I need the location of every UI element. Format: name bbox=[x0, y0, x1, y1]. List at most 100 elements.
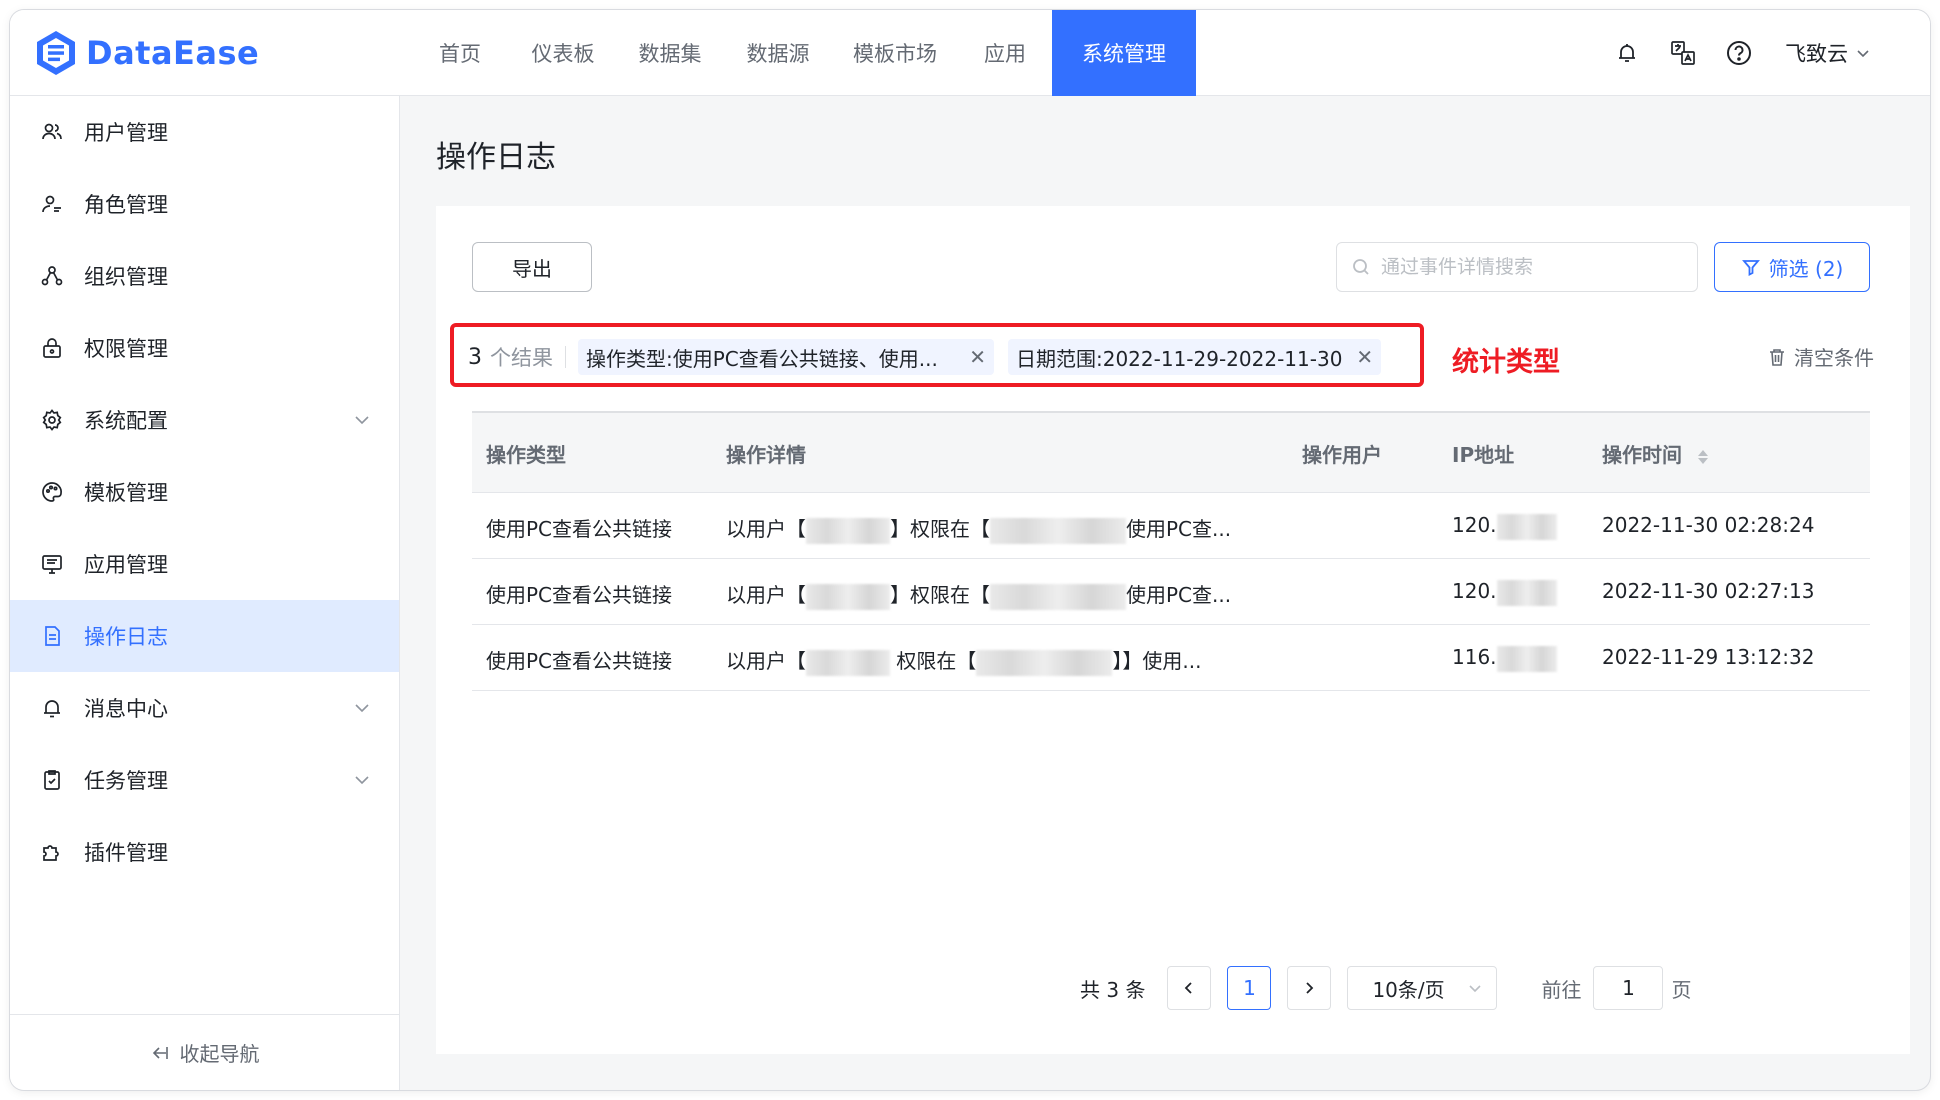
prev-page-button[interactable] bbox=[1167, 966, 1212, 1010]
users-icon bbox=[42, 123, 62, 140]
sidebar-item-org[interactable]: 组织管理 bbox=[10, 240, 399, 312]
cell-detail-part: 】权限在【 bbox=[890, 583, 990, 607]
language-switch-icon[interactable] bbox=[1667, 37, 1699, 69]
sidebar-item-tasks[interactable]: 任务管理 bbox=[10, 744, 399, 816]
filter-tag-text: 操作类型:使用PC查看公共链接、使用... bbox=[586, 346, 938, 371]
cell-detail-part: 权限在【 bbox=[890, 649, 977, 673]
nav-datasource[interactable]: 数据源 bbox=[724, 10, 832, 96]
clear-conditions-button[interactable]: 清空条件 bbox=[1768, 342, 1874, 371]
page-number[interactable]: 1 bbox=[1227, 966, 1272, 1010]
column-header-user: 操作用户 bbox=[1302, 443, 1382, 467]
sidebar-item-operation-log[interactable]: 操作日志 bbox=[10, 600, 399, 672]
chevron-down-icon bbox=[355, 416, 369, 425]
collapse-arrow-icon bbox=[152, 1046, 168, 1059]
table-row[interactable]: 使用PC查看公共链接 以用户【 】权限在【 使用PC查... 120. 2022-1… bbox=[472, 559, 1870, 625]
trash-icon bbox=[1770, 348, 1784, 366]
logo-text: DataEase bbox=[86, 34, 260, 72]
sidebar-item-system-config[interactable]: 系统配置 bbox=[10, 384, 399, 456]
page-size-value: 10条/页 bbox=[1372, 977, 1445, 1002]
search-input[interactable] bbox=[1381, 256, 1681, 278]
cell-detail-part: 】】使用... bbox=[1112, 649, 1202, 673]
help-icon[interactable] bbox=[1723, 37, 1755, 69]
sidebar-item-label: 插件管理 bbox=[84, 841, 168, 865]
redacted-block bbox=[806, 649, 890, 676]
redacted-block bbox=[976, 649, 1113, 676]
sort-icon[interactable] bbox=[1697, 448, 1709, 466]
nav-system-admin[interactable]: 系统管理 bbox=[1052, 10, 1196, 96]
cell-detail: 以用户【 】权限在【 使用PC查... bbox=[726, 513, 1231, 544]
log-panel: 导出 筛选 (2) 3 个结果 操作类型:使用PC查看公共链接、使用... ✕ … bbox=[436, 206, 1910, 1054]
chevron-down-icon bbox=[1857, 50, 1869, 58]
sidebar-item-roles[interactable]: 角色管理 bbox=[10, 168, 399, 240]
export-button[interactable]: 导出 bbox=[472, 242, 592, 292]
collapse-nav-label: 收起导航 bbox=[179, 1042, 260, 1066]
sidebar-item-messages[interactable]: 消息中心 bbox=[10, 672, 399, 744]
page-unit-label: 页 bbox=[1671, 977, 1692, 1002]
filter-result-row: 3 个结果 操作类型:使用PC查看公共链接、使用... ✕ 日期范围:2022-… bbox=[468, 337, 1395, 377]
table-row[interactable]: 使用PC查看公共链接 以用户【 】权限在【 使用PC查... 120. 2022-1… bbox=[472, 493, 1870, 559]
cell-ip-text: 116. bbox=[1452, 645, 1497, 669]
sidebar-item-templates[interactable]: 模板管理 bbox=[10, 456, 399, 528]
cell-detail-part: 使用PC查... bbox=[1126, 517, 1232, 541]
nav-apps[interactable]: 应用 bbox=[958, 10, 1052, 96]
chevron-down-icon bbox=[355, 704, 369, 713]
clear-conditions-label: 清空条件 bbox=[1794, 346, 1874, 370]
page-size-select[interactable]: 10条/页 bbox=[1347, 966, 1498, 1010]
next-page-button[interactable] bbox=[1287, 966, 1332, 1010]
redacted-block bbox=[806, 517, 890, 544]
close-icon[interactable]: ✕ bbox=[1356, 345, 1373, 369]
sidebar-item-permissions[interactable]: 权限管理 bbox=[10, 312, 399, 384]
nav-dashboard[interactable]: 仪表板 bbox=[510, 10, 616, 96]
bell-icon bbox=[44, 700, 60, 718]
sidebar: 用户管理 角色管理 组织管理 权限管理 系统配置 模板管理 应用管理 操作日志 … bbox=[10, 96, 400, 1090]
divider bbox=[565, 346, 566, 368]
top-header: DataEase 首页 仪表板 数据集 数据源 模板市场 应用 系统管理 飞致云 bbox=[10, 10, 1930, 96]
annotation-label: 统计类型 bbox=[1452, 347, 1560, 378]
pagination: 共 3 条 1 10条/页 前往 1 页 bbox=[1080, 966, 1691, 1010]
sidebar-item-label: 消息中心 bbox=[84, 697, 168, 721]
column-header-time[interactable]: 操作时间 bbox=[1602, 439, 1709, 468]
filter-tag-date-range: 日期范围:2022-11-29-2022-11-30 ✕ bbox=[1008, 339, 1382, 375]
cell-ip-text: 120. bbox=[1452, 513, 1497, 537]
cell-time: 2022-11-30 02:27:13 bbox=[1602, 579, 1815, 603]
log-table: 操作类型 操作详情 操作用户 IP地址 操作时间 使用PC查看公共链接 以用户【… bbox=[472, 411, 1870, 691]
sidebar-item-label: 应用管理 bbox=[84, 553, 168, 577]
cell-time: 2022-11-29 13:12:32 bbox=[1602, 645, 1815, 669]
redacted-block bbox=[1496, 513, 1557, 540]
user-menu[interactable]: 飞致云 bbox=[1785, 38, 1870, 68]
chevron-down-icon bbox=[355, 776, 369, 785]
cell-type: 使用PC查看公共链接 bbox=[486, 583, 673, 607]
goto-page-input[interactable]: 1 bbox=[1593, 966, 1664, 1010]
result-count: 3 bbox=[468, 344, 482, 370]
cell-time: 2022-11-30 02:28:24 bbox=[1602, 513, 1815, 537]
redacted-block bbox=[1496, 579, 1557, 606]
clipboard-icon bbox=[44, 770, 60, 790]
role-icon bbox=[42, 195, 61, 213]
sidebar-item-label: 权限管理 bbox=[84, 337, 168, 361]
notification-bell-icon[interactable] bbox=[1611, 37, 1643, 69]
sidebar-item-label: 任务管理 bbox=[84, 769, 168, 793]
sidebar-item-plugins[interactable]: 插件管理 bbox=[10, 816, 399, 888]
cell-ip: 120. bbox=[1452, 579, 1557, 606]
column-header-type: 操作类型 bbox=[486, 443, 566, 467]
sidebar-item-users[interactable]: 用户管理 bbox=[10, 96, 399, 168]
nav-dataset[interactable]: 数据集 bbox=[616, 10, 724, 96]
sidebar-item-label: 系统配置 bbox=[84, 409, 168, 433]
sidebar-item-apps[interactable]: 应用管理 bbox=[10, 528, 399, 600]
sidebar-item-label: 模板管理 bbox=[84, 481, 168, 505]
nav-template-market[interactable]: 模板市场 bbox=[832, 10, 958, 96]
redacted-block bbox=[806, 583, 890, 610]
filter-button[interactable]: 筛选 (2) bbox=[1714, 242, 1870, 292]
close-icon[interactable]: ✕ bbox=[969, 345, 986, 369]
table-row[interactable]: 使用PC查看公共链接 以用户【 权限在【 】】使用... 116. 2022-11… bbox=[472, 625, 1870, 691]
collapse-nav-button[interactable]: 收起导航 bbox=[10, 1014, 399, 1090]
cell-detail-part: 使用PC查... bbox=[1126, 583, 1232, 607]
cell-type: 使用PC查看公共链接 bbox=[486, 517, 673, 541]
app-logo[interactable]: DataEase bbox=[34, 27, 259, 79]
cell-detail-part: 】权限在【 bbox=[890, 517, 990, 541]
filter-tag-text: 日期范围:2022-11-29-2022-11-30 bbox=[1016, 346, 1343, 371]
cell-ip: 116. bbox=[1452, 645, 1557, 672]
table-header: 操作类型 操作详情 操作用户 IP地址 操作时间 bbox=[472, 411, 1870, 493]
nav-home[interactable]: 首页 bbox=[410, 10, 510, 96]
sidebar-item-label: 操作日志 bbox=[84, 625, 168, 649]
